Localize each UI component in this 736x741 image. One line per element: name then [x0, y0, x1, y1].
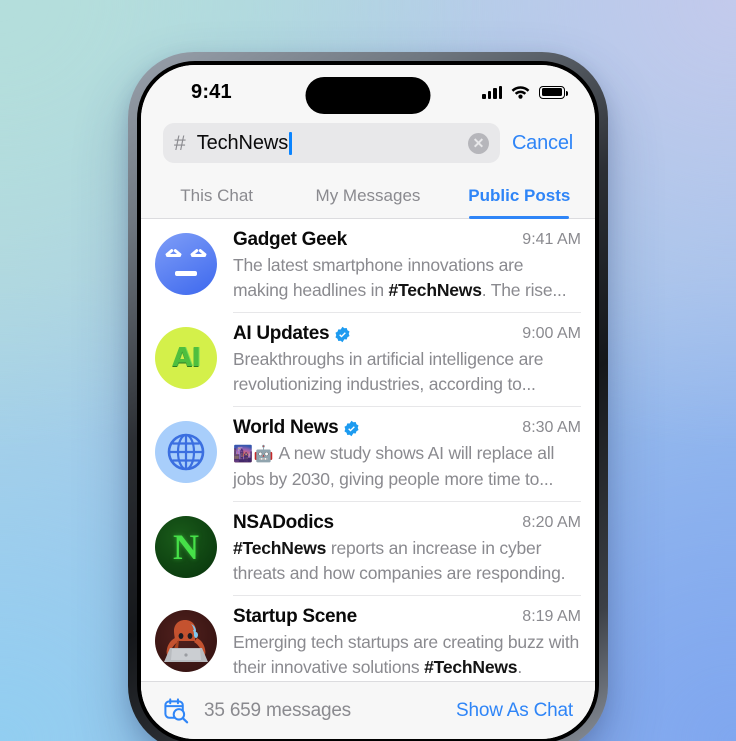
post-hashtag[interactable]: #TechNews: [424, 657, 517, 677]
verified-badge-icon: [344, 420, 359, 436]
verified-badge-icon: [335, 326, 350, 342]
status-bar-indicators: [482, 85, 569, 99]
show-as-chat-button[interactable]: Show As Chat: [456, 700, 573, 722]
public-posts-list: Gadget Geek 9:41 AM The latest smartphon…: [141, 219, 595, 691]
clear-search-icon[interactable]: ✕: [467, 132, 489, 154]
post-text-before: A new study shows AI will replace all jo…: [233, 443, 555, 489]
post-timestamp: 8:19 AM: [522, 607, 581, 625]
post-header: World News 8:30 AM: [233, 417, 581, 439]
post-preview-text: Breakthroughs in artificial intelligence…: [233, 347, 581, 397]
post-preview-text: The latest smartphone innovations are ma…: [233, 253, 581, 303]
post-hashtag[interactable]: #TechNews: [389, 280, 482, 300]
post-text-before: Emerging tech startups are creating buzz…: [233, 631, 580, 677]
smiley-face-avatar: [155, 233, 217, 295]
list-item[interactable]: Gadget Geek 9:41 AM The latest smartphon…: [141, 219, 595, 314]
post-header: Gadget Geek 9:41 AM: [233, 229, 581, 251]
post-timestamp: 8:30 AM: [522, 419, 581, 437]
tab-this-chat[interactable]: This Chat: [141, 186, 292, 218]
post-text-after: .: [517, 657, 522, 677]
globe-icon: [167, 433, 205, 471]
list-item[interactable]: Startup Scene 8:19 AM Emerging tech star…: [141, 596, 595, 691]
hashtag-icon: #: [174, 131, 186, 155]
post-header: AI Updates 9:00 AM: [233, 323, 581, 345]
list-item[interactable]: World News 8:30 AM 🌆🤖 A new study shows …: [141, 407, 595, 502]
squid-laptop-avatar: [155, 609, 217, 672]
list-item[interactable]: N NSADodics 8:20 AM #TechNews reports an…: [141, 502, 595, 596]
post-timestamp: 9:41 AM: [522, 231, 581, 248]
post-preview-text: 🌆🤖 A new study shows AI will replace all…: [233, 441, 581, 492]
messages-count-label: 35 659 messages: [204, 699, 351, 721]
cancel-button[interactable]: Cancel: [512, 132, 573, 155]
post-header: NSADodics 8:20 AM: [233, 512, 581, 534]
post-timestamp: 8:20 AM: [522, 513, 581, 531]
phone-frame: 9:41 # TechNews ✕ Cancel This Chat My Me…: [128, 52, 608, 741]
cellular-bars-icon: [482, 85, 502, 99]
battery-full-icon: [539, 85, 569, 99]
status-bar: 9:41: [141, 65, 595, 119]
post-text-after: . The rise...: [481, 280, 567, 301]
post-emoji: 🌆🤖: [233, 446, 275, 464]
tab-my-messages[interactable]: My Messages: [292, 186, 443, 218]
post-body: NSADodics 8:20 AM #TechNews reports an i…: [233, 512, 581, 596]
post-body: AI Updates 9:00 AM Breakthroughs in arti…: [233, 323, 581, 408]
search-input-value: TechNews: [196, 131, 289, 154]
ai-letters-avatar: AI: [155, 327, 217, 390]
calendar-search-icon[interactable]: [163, 697, 190, 724]
post-hashtag[interactable]: #TechNews: [233, 538, 326, 558]
post-header: Startup Scene 8:19 AM: [233, 606, 581, 628]
post-author-name: Startup Scene: [233, 605, 357, 627]
post-body: World News 8:30 AM 🌆🤖 A new study shows …: [233, 417, 581, 502]
search-input[interactable]: # TechNews ✕: [163, 123, 500, 163]
search-bar: # TechNews ✕ Cancel: [141, 119, 595, 175]
tab-bar: This Chat My Messages Public Posts: [141, 175, 595, 219]
dynamic-island: [305, 77, 431, 114]
post-preview-text: Emerging tech startups are creating buzz…: [233, 630, 581, 680]
post-body: Gadget Geek 9:41 AM The latest smartphon…: [233, 229, 581, 314]
status-bar-time: 9:41: [191, 80, 232, 103]
globe-avatar: [155, 421, 217, 484]
list-item[interactable]: AI AI Updates 9:00 AM Breakthroughs in a…: [141, 313, 595, 408]
post-timestamp: 9:00 AM: [522, 325, 581, 343]
post-body: Startup Scene 8:19 AM Emerging tech star…: [233, 606, 581, 691]
tab-public-posts[interactable]: Public Posts: [444, 186, 595, 218]
phone-bezel: 9:41 # TechNews ✕ Cancel This Chat My Me…: [137, 61, 599, 741]
post-preview-text: #TechNews reports an increase in cyber t…: [233, 536, 581, 586]
post-author-name: AI Updates: [233, 323, 330, 345]
post-author-name: World News: [233, 417, 339, 439]
post-author-name: NSADodics: [233, 511, 334, 533]
squid-icon: [164, 619, 208, 662]
letter-n-avatar: N: [155, 515, 217, 578]
bottom-bar: 35 659 messages Show As Chat: [141, 681, 595, 739]
text-cursor: [289, 131, 292, 155]
phone-screen: 9:41 # TechNews ✕ Cancel This Chat My Me…: [141, 65, 595, 739]
post-author-name: Gadget Geek: [233, 229, 347, 250]
post-text-before: Breakthroughs in artificial intelligence…: [233, 349, 544, 395]
wifi-icon: [511, 86, 530, 99]
